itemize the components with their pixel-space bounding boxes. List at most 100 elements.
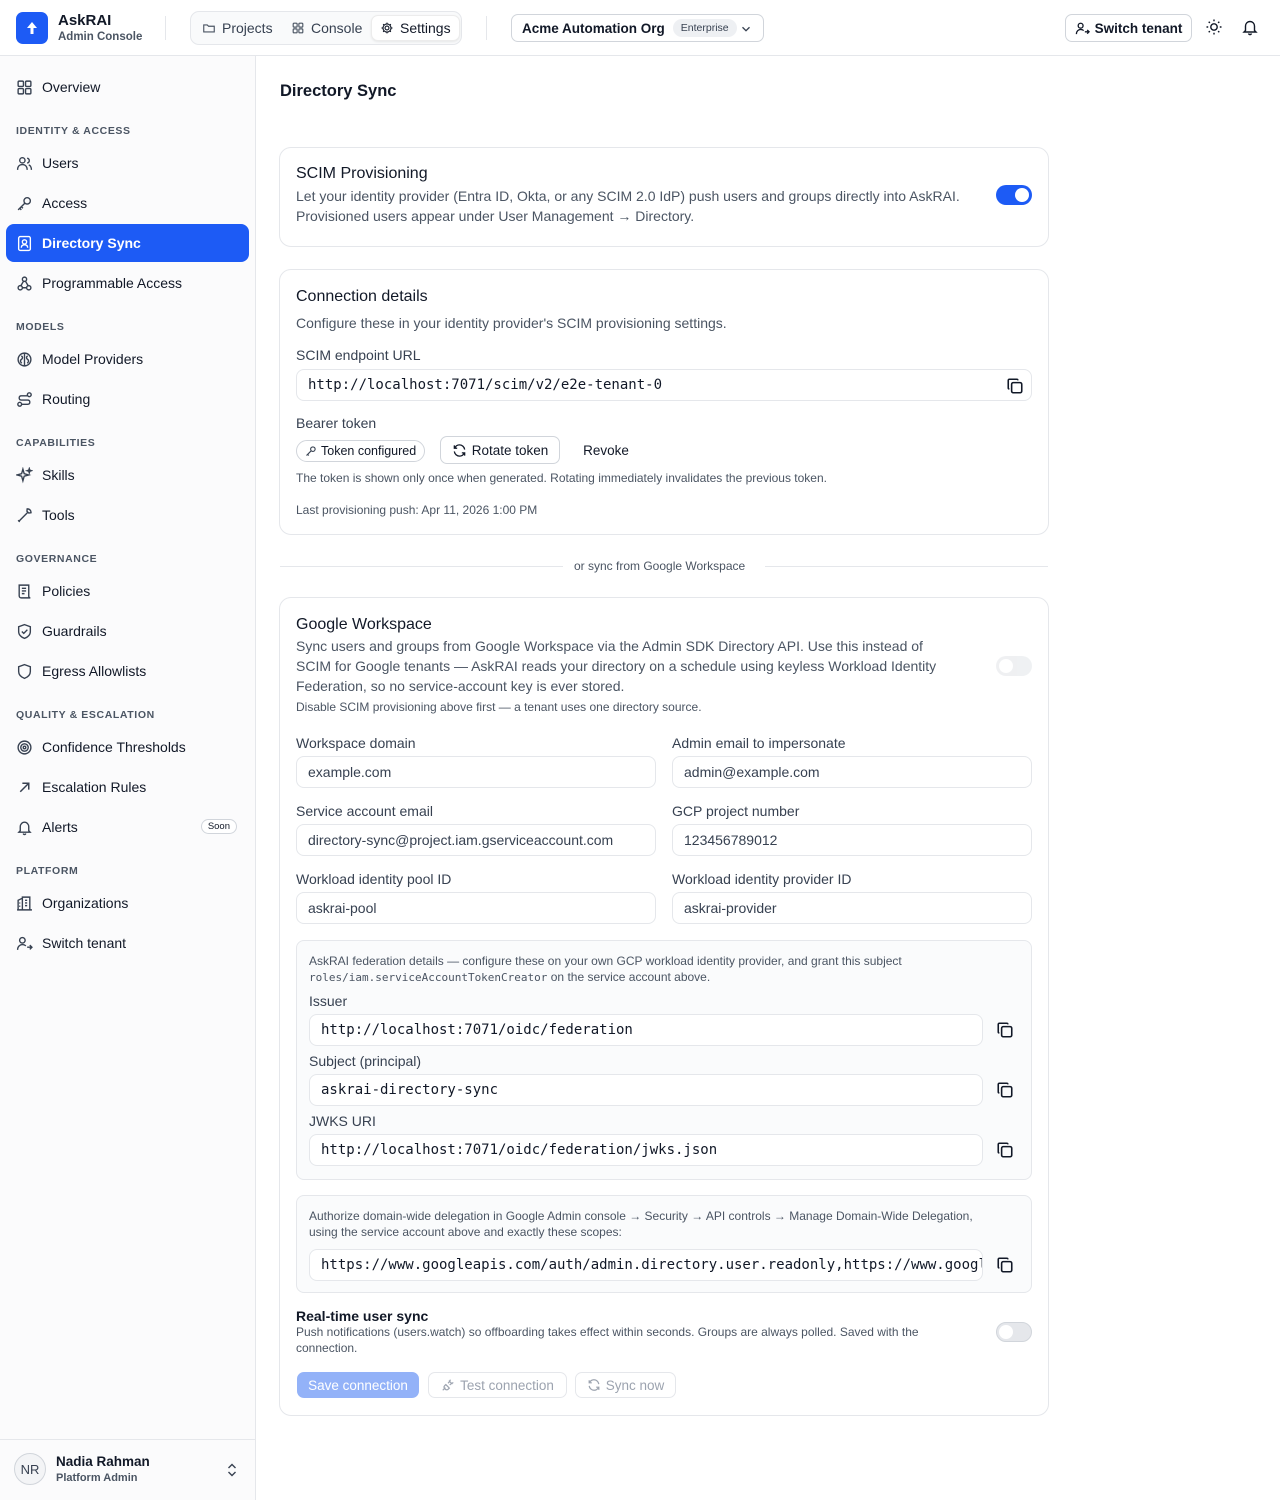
connection-card: Connection details Configure these in yo… bbox=[279, 269, 1049, 535]
scim-description: Let your identity provider (Entra ID, Ok… bbox=[296, 188, 960, 204]
sidebar-item-escalation-rules[interactable]: Escalation Rules bbox=[6, 768, 249, 806]
sidebar-item-directory-sync[interactable]: Directory Sync bbox=[6, 224, 249, 262]
sidebar-section-heading: QUALITY & ESCALATION bbox=[16, 709, 155, 721]
nav-console-label: Console bbox=[311, 20, 363, 36]
sidebar-item-organizations[interactable]: Organizations bbox=[6, 884, 249, 922]
jwks-label: JWKS URI bbox=[309, 1113, 376, 1129]
key-icon bbox=[17, 196, 32, 210]
scim-card: SCIM Provisioning Let your identity prov… bbox=[279, 147, 1049, 247]
copy-icon[interactable] bbox=[1006, 377, 1024, 395]
switch-tenant-button[interactable]: Switch tenant bbox=[1065, 14, 1192, 42]
app-name: AskRAI bbox=[58, 12, 112, 29]
provider-id-label: Workload identity provider ID bbox=[672, 871, 852, 887]
gcp-project-label: GCP project number bbox=[672, 803, 800, 819]
sidebar-item-label: Overview bbox=[42, 79, 101, 95]
role-name: roles/iam.serviceAccountTokenCreator bbox=[309, 971, 548, 984]
sidebar-item-label: Confidence Thresholds bbox=[42, 739, 186, 755]
copy-icon[interactable] bbox=[996, 1141, 1014, 1159]
sidebar-item-confidence-thresholds[interactable]: Confidence Thresholds bbox=[6, 728, 249, 766]
app-logo[interactable] bbox=[16, 12, 48, 44]
save-connection-button[interactable]: Save connection bbox=[297, 1372, 419, 1398]
nav-console[interactable]: Console bbox=[283, 15, 370, 41]
copy-icon[interactable] bbox=[996, 1256, 1014, 1274]
sidebar-item-routing[interactable]: Routing bbox=[6, 380, 249, 418]
sidebar-item-overview[interactable]: Overview bbox=[6, 68, 249, 106]
soon-badge: Soon bbox=[200, 819, 237, 834]
webhook-icon bbox=[17, 275, 32, 291]
google-workspace-toggle[interactable] bbox=[996, 656, 1032, 676]
issuer-field[interactable]: http://localhost:7071/oidc/federation bbox=[309, 1014, 983, 1046]
scim-toggle[interactable] bbox=[996, 185, 1032, 205]
sidebar-item-switch-tenant[interactable]: Switch tenant bbox=[6, 924, 249, 962]
contact-book-icon bbox=[17, 235, 32, 251]
org-name: Acme Automation Org bbox=[522, 20, 665, 36]
federation-note-text: on the service account above. bbox=[547, 970, 711, 984]
theme-toggle-button[interactable] bbox=[1205, 18, 1225, 38]
logo-icon bbox=[27, 22, 37, 34]
refresh-icon bbox=[588, 1379, 600, 1391]
sidebar-item-guardrails[interactable]: Guardrails bbox=[6, 612, 249, 650]
plug-icon bbox=[442, 1379, 454, 1391]
sidebar-item-label: Policies bbox=[42, 583, 91, 599]
sidebar-item-skills[interactable]: Skills bbox=[6, 456, 249, 494]
subject-field[interactable]: askrai-directory-sync bbox=[309, 1074, 983, 1106]
top-nav: Projects Console Settings bbox=[190, 11, 462, 45]
admin-email-input[interactable]: admin@example.com bbox=[672, 756, 1032, 788]
sidebar-item-label: Access bbox=[42, 195, 88, 211]
wrench-icon bbox=[17, 507, 32, 522]
sidebar-section-heading: PLATFORM bbox=[16, 865, 79, 877]
gcp-project-input[interactable]: 123456789012 bbox=[672, 824, 1032, 856]
arrow-up-right-icon bbox=[19, 782, 30, 792]
sidebar-item-policies[interactable]: Policies bbox=[6, 572, 249, 610]
copy-icon[interactable] bbox=[996, 1021, 1014, 1039]
sidebar-item-access[interactable]: Access bbox=[6, 184, 249, 222]
nav-settings[interactable]: Settings bbox=[371, 15, 460, 41]
revoke-token-button[interactable]: Revoke bbox=[572, 436, 640, 464]
toggle-knob bbox=[1015, 188, 1029, 202]
org-plan-badge: Enterprise bbox=[672, 19, 737, 37]
shield-check-icon bbox=[17, 623, 32, 639]
org-selector[interactable]: Acme Automation Org Enterprise bbox=[511, 14, 764, 42]
sidebar-item-label: Switch tenant bbox=[42, 935, 127, 951]
avatar: NR bbox=[14, 1453, 46, 1485]
connection-title: Connection details bbox=[296, 288, 428, 305]
workspace-domain-input[interactable]: example.com bbox=[296, 756, 656, 788]
rotate-token-button[interactable]: Rotate token bbox=[440, 436, 560, 464]
jwks-field[interactable]: http://localhost:7071/oidc/federation/jw… bbox=[309, 1134, 983, 1166]
federation-details-box: AskRAI federation details — configure th… bbox=[296, 940, 1032, 1180]
endpoint-field[interactable]: http://localhost:7071/scim/v2/e2e-tenant… bbox=[296, 369, 1032, 401]
shield-icon bbox=[17, 663, 32, 679]
save-connection-label: Save connection bbox=[308, 1377, 408, 1393]
copy-icon[interactable] bbox=[996, 1081, 1014, 1099]
user-menu[interactable]: NR Nadia Rahman Platform Admin bbox=[0, 1439, 255, 1500]
pool-id-input[interactable]: askrai-pool bbox=[296, 892, 656, 924]
sidebar-item-egress-allowlists[interactable]: Egress Allowlists bbox=[6, 652, 249, 690]
realtime-sync-toggle[interactable] bbox=[996, 1322, 1032, 1342]
federation-note-text: AskRAI federation details — configure th… bbox=[309, 954, 902, 968]
nav-projects[interactable]: Projects bbox=[194, 15, 281, 41]
sidebar-item-alerts[interactable]: Alerts Soon bbox=[6, 808, 249, 846]
sidebar-item-model-providers[interactable]: Model Providers bbox=[6, 340, 249, 378]
subject-label: Subject (principal) bbox=[309, 1053, 422, 1069]
scopes-field[interactable]: https://www.googleapis.com/auth/admin.di… bbox=[309, 1249, 983, 1281]
sidebar-item-label: Directory Sync bbox=[42, 235, 141, 251]
sidebar-item-programmable-access[interactable]: Programmable Access bbox=[6, 264, 249, 302]
google-workspace-card: Google Workspace Sync users and groups f… bbox=[279, 597, 1049, 1416]
provider-id-input[interactable]: askrai-provider bbox=[672, 892, 1032, 924]
scim-description: Provisioned users appear under User Mana… bbox=[296, 208, 695, 224]
grid-icon bbox=[17, 79, 32, 95]
test-connection-button[interactable]: Test connection bbox=[428, 1372, 567, 1398]
divider bbox=[280, 566, 563, 567]
google-description: Sync users and groups from Google Worksp… bbox=[296, 638, 923, 654]
sidebar-item-tools[interactable]: Tools bbox=[6, 496, 249, 534]
toggle-knob bbox=[999, 1325, 1013, 1339]
sync-now-button[interactable]: Sync now bbox=[575, 1372, 676, 1398]
users-icon bbox=[16, 156, 33, 170]
refresh-icon bbox=[453, 443, 466, 457]
notifications-button[interactable] bbox=[1241, 18, 1261, 38]
service-account-input[interactable]: directory-sync@project.iam.gserviceaccou… bbox=[296, 824, 656, 856]
scroll-icon bbox=[18, 583, 31, 599]
admin-email-label: Admin email to impersonate bbox=[672, 735, 846, 751]
sidebar-item-users[interactable]: Users bbox=[6, 144, 249, 182]
google-description: SCIM for Google tenants — AskRAI reads y… bbox=[296, 658, 937, 674]
